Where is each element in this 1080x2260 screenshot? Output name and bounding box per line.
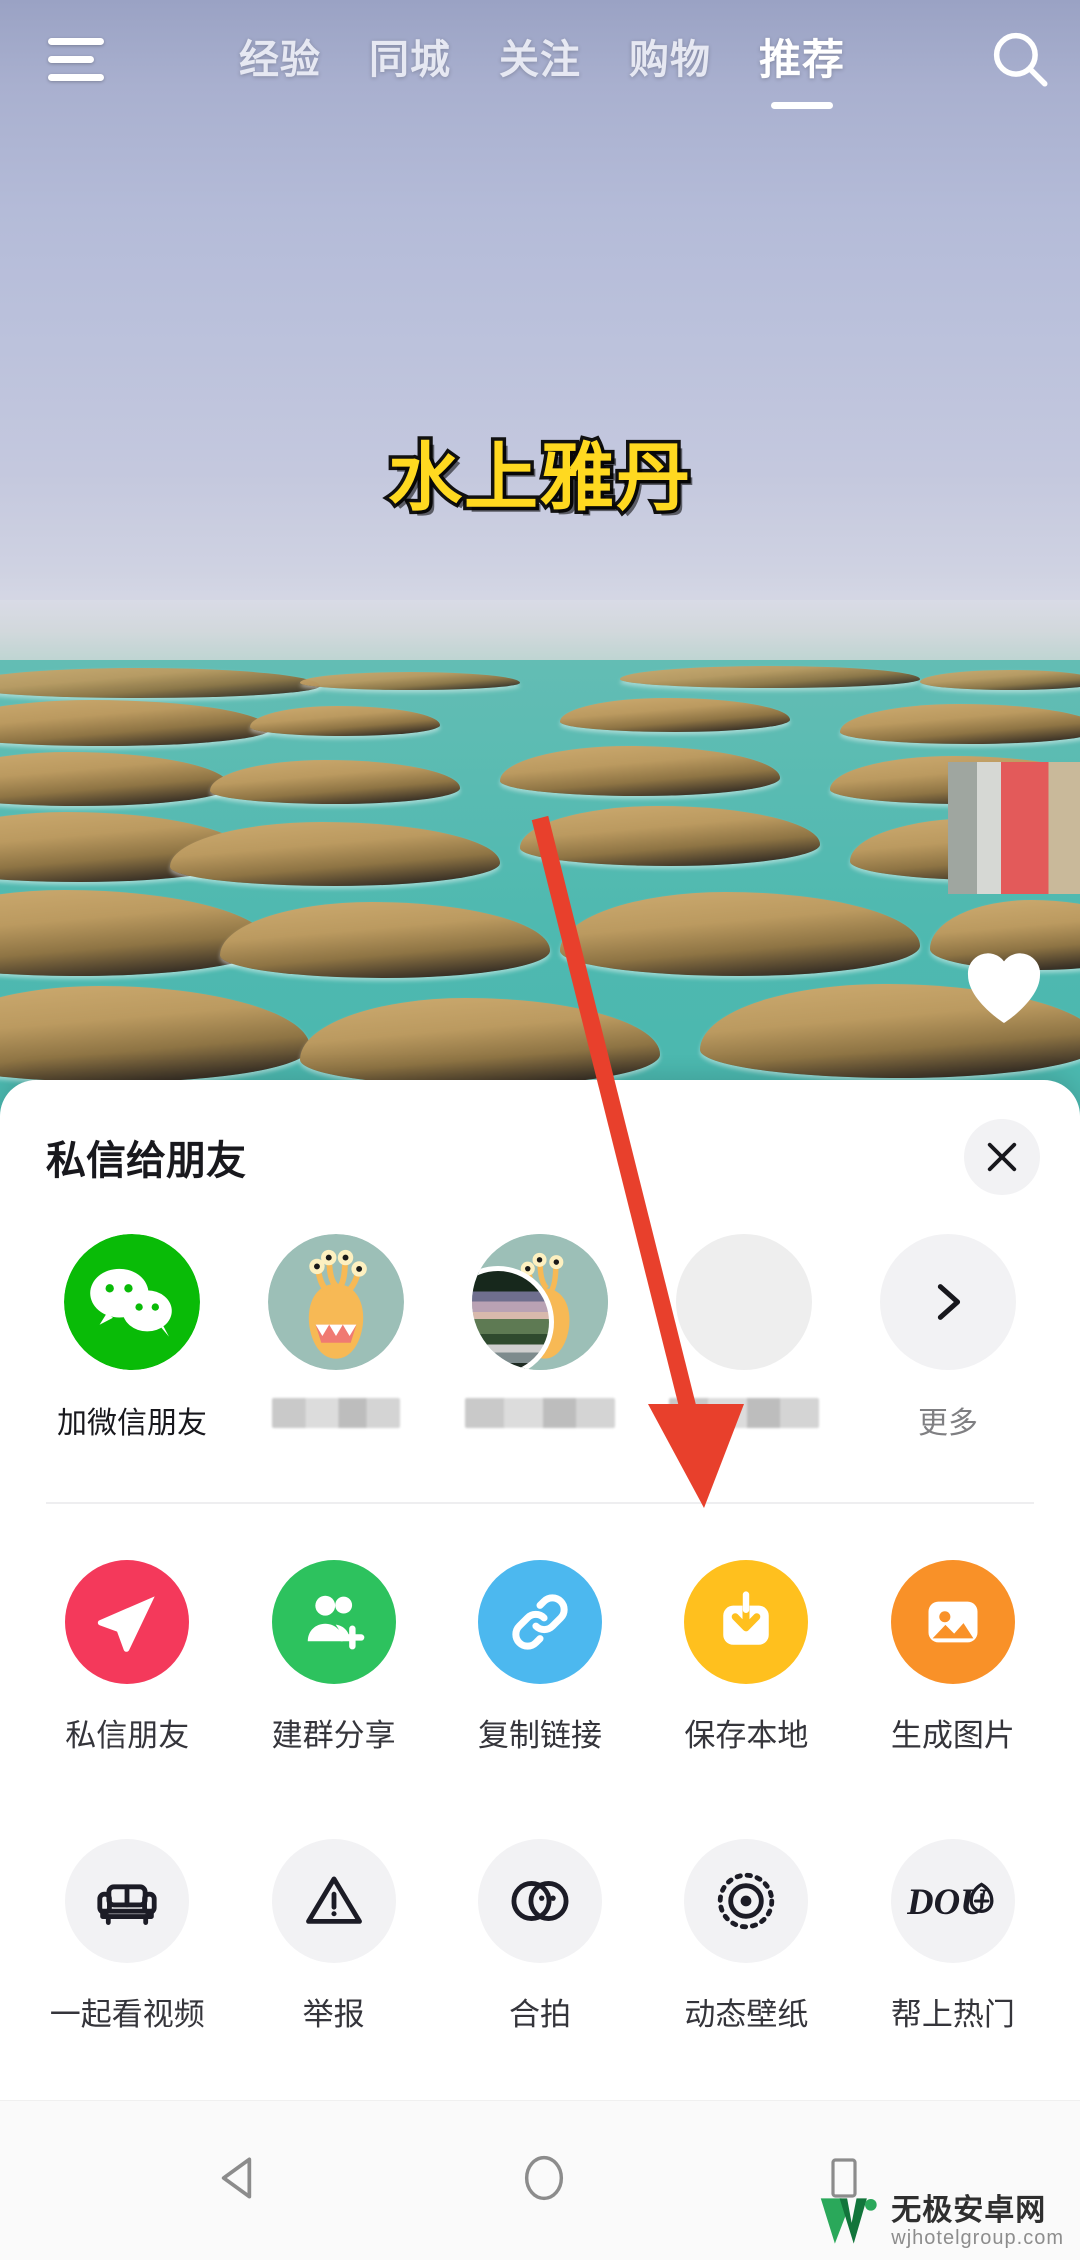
home-circle-icon[interactable]	[518, 2152, 570, 2209]
action-copy-link[interactable]: 复制链接	[437, 1560, 643, 1755]
warning-triangle-icon	[271, 1839, 396, 1963]
hamburger-icon[interactable]	[28, 37, 124, 81]
sheet-header: 私信给朋友	[0, 1080, 1080, 1234]
action-save-local[interactable]: 保存本地	[643, 1560, 849, 1755]
share-bottom-sheet: 私信给朋友 加微信朋友 更多 私信朋友 建群分享 复制链接 保存本地 生成图片 …	[0, 1080, 1080, 2100]
tab-jingyan[interactable]: 经验	[239, 27, 321, 91]
action-dou-plus[interactable]: DOU 帮上热门	[850, 1839, 1056, 2034]
friend-item-3[interactable]	[438, 1234, 642, 1442]
wechat-icon	[64, 1234, 200, 1370]
action-label: 复制链接	[478, 1718, 603, 1753]
friend-list: 加微信朋友 更多	[0, 1234, 1080, 1442]
action-label: 动态壁纸	[684, 1997, 809, 2032]
action-watch-together[interactable]: 一起看视频	[24, 1839, 230, 2034]
back-triangle-icon[interactable]	[212, 2150, 268, 2211]
dou-plus-icon: DOU	[890, 1839, 1015, 1963]
nav-tab-list: 经验 同城 关注 购物 推荐	[124, 26, 960, 93]
friend-name-blurred	[272, 1398, 400, 1428]
action-simessage[interactable]: 私信朋友	[24, 1560, 230, 1755]
friend-item-wechat[interactable]: 加微信朋友	[30, 1234, 234, 1442]
friend-name: 加微信朋友	[57, 1407, 207, 1440]
watermark-text: 无极安卓网 wjhotelgroup.com	[891, 2194, 1064, 2249]
hamburger-bar	[48, 55, 94, 63]
action-create-group[interactable]: 建群分享	[230, 1560, 436, 1755]
watermark-cn: 无极安卓网	[891, 2193, 1047, 2227]
monster-avatar	[268, 1234, 404, 1370]
chevron-right-icon	[880, 1234, 1016, 1370]
image-icon	[890, 1560, 1015, 1684]
tab-tuijian[interactable]: 推荐	[759, 26, 845, 93]
w-logo-icon	[821, 2198, 877, 2244]
share-actions-row-2: 一起看视频 举报 合拍 动态壁纸 DOU 帮上热门	[0, 1839, 1080, 2034]
tab-gouwu[interactable]: 购物	[629, 27, 711, 91]
friend-item-4[interactable]	[642, 1234, 846, 1442]
action-label: 保存本地	[684, 1718, 809, 1753]
friend-name-blurred	[465, 1398, 615, 1428]
friend-name: 更多	[918, 1407, 978, 1440]
landform	[620, 666, 920, 688]
action-label: 私信朋友	[65, 1718, 190, 1753]
mosaic-avatar[interactable]	[948, 762, 1080, 894]
link-icon	[478, 1560, 603, 1684]
action-label: 举报	[302, 1997, 365, 2032]
send-plane-icon	[65, 1560, 190, 1684]
sheet-divider	[46, 1502, 1034, 1504]
hamburger-bar	[48, 73, 104, 81]
download-icon	[684, 1560, 809, 1684]
landform	[300, 672, 520, 690]
friend-item-more[interactable]: 更多	[846, 1234, 1050, 1442]
action-duet[interactable]: 合拍	[437, 1839, 643, 2034]
landscape-avatar	[676, 1234, 812, 1370]
tab-tongcheng[interactable]: 同城	[369, 27, 451, 91]
site-watermark: 无极安卓网 wjhotelgroup.com	[817, 2190, 1064, 2252]
hamburger-bar	[48, 37, 104, 45]
action-label: 帮上热门	[890, 1997, 1015, 2032]
search-icon[interactable]	[960, 26, 1080, 92]
action-label: 建群分享	[271, 1718, 396, 1753]
top-navigation-bar: 经验 同城 关注 购物 推荐	[0, 0, 1080, 118]
watermark-en: wjhotelgroup.com	[891, 2226, 1064, 2249]
action-report[interactable]: 举报	[230, 1839, 436, 2034]
share-actions-row-1: 私信朋友 建群分享 复制链接 保存本地 生成图片	[0, 1560, 1080, 1755]
action-label: 一起看视频	[49, 1997, 205, 2032]
friend-name-blurred	[669, 1398, 819, 1428]
video-caption-title: 水上雅丹	[385, 432, 694, 525]
phone-screen: 经验 同城 关注 购物 推荐 水上雅丹 私信给朋友 加微信朋友 更多 私信朋友 …	[0, 0, 1080, 2260]
tab-guanzhu[interactable]: 关注	[499, 27, 581, 91]
avatar	[64, 1234, 200, 1370]
friend-item-2[interactable]	[234, 1234, 438, 1442]
landscape-avatar-overlap	[472, 1234, 608, 1370]
action-generate-image[interactable]: 生成图片	[850, 1560, 1056, 1755]
action-live-wallpaper[interactable]: 动态壁纸	[643, 1839, 849, 2034]
heart-icon[interactable]	[956, 938, 1052, 1033]
sheet-title: 私信给朋友	[46, 1139, 246, 1183]
landform	[920, 670, 1080, 690]
dotted-target-icon	[684, 1839, 809, 1963]
group-add-icon	[271, 1560, 396, 1684]
sofa-icon	[65, 1839, 190, 1963]
action-label: 合拍	[509, 1997, 572, 2032]
close-icon[interactable]	[964, 1119, 1040, 1195]
action-label: 生成图片	[890, 1718, 1015, 1753]
duet-circles-icon	[478, 1839, 603, 1963]
